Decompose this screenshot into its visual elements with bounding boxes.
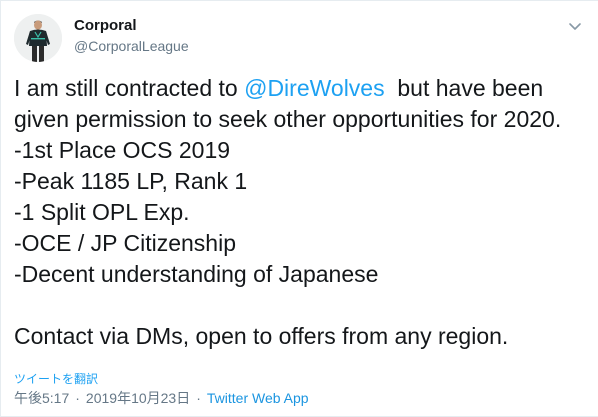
display-name[interactable]: Corporal <box>74 16 189 36</box>
meta-separator: · <box>75 390 80 406</box>
mention-link[interactable]: @DireWolves <box>244 75 385 101</box>
tweet-date[interactable]: 2019年10月23日 <box>86 390 190 406</box>
player-avatar-icon <box>14 14 62 62</box>
tweet-card: Corporal @CorporalLeague I am still cont… <box>0 0 598 417</box>
tweet-line-2: given permission to seek other opportuni… <box>14 106 562 132</box>
author-block: Corporal @CorporalLeague <box>74 16 189 55</box>
chevron-down-icon[interactable] <box>566 17 584 35</box>
avatar[interactable] <box>14 14 62 62</box>
tweet-text: I am still contracted to @DireWolves but… <box>14 73 584 352</box>
meta-separator: · <box>196 390 201 406</box>
bullet-item: -OCE / JP Citizenship <box>14 230 236 256</box>
source-link[interactable]: Twitter Web App <box>207 390 309 406</box>
bullet-item: -1st Place OCS 2019 <box>14 137 231 163</box>
closing-line: Contact via DMs, open to offers from any… <box>14 323 509 349</box>
tweet-text-segment: but have been <box>384 75 544 101</box>
user-handle[interactable]: @CorporalLeague <box>74 37 189 55</box>
bullet-item: -Decent understanding of Japanese <box>14 261 379 287</box>
tweet-metadata: 午後5:17 · 2019年10月23日 · Twitter Web App <box>14 389 309 407</box>
translate-tweet-link[interactable]: ツイートを翻訳 <box>14 371 98 387</box>
bullet-item: -Peak 1185 LP, Rank 1 <box>14 168 248 194</box>
tweet-time[interactable]: 午後5:17 <box>14 390 69 406</box>
tweet-line-1: I am still contracted to @DireWolves but… <box>14 73 584 104</box>
tweet-text-segment: I am still contracted to <box>14 75 245 101</box>
bullet-item: -1 Split OPL Exp. <box>14 199 190 225</box>
